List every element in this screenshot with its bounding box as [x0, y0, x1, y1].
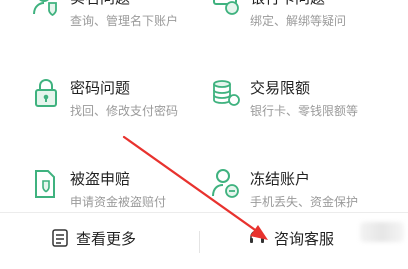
topic-real-name[interactable]: 实名问题 查询、管理名下账户 [8, 0, 208, 44]
topic-desc: 申请资金被盗赔付 [70, 195, 167, 209]
contact-service-label: 咨询客服 [274, 229, 335, 248]
lock-icon [35, 78, 57, 107]
view-more-button[interactable]: 查看更多 [52, 223, 136, 253]
headset-icon [250, 230, 264, 243]
topic-password[interactable]: 密码问题 找回、修改支付密码 [8, 78, 208, 134]
topic-title: 实名问题 [70, 0, 130, 8]
topic-title: 银行卡问题 [250, 0, 325, 8]
topic-bank-card[interactable]: 银行卡问题 绑定、解绑等疑问 [188, 0, 388, 44]
user-freeze-icon [212, 169, 239, 198]
topic-transaction-limit[interactable]: 交易限额 银行卡、零钱限额等 [188, 78, 388, 134]
topic-desc: 手机丢失、资金保护 [250, 195, 359, 209]
contact-service-button[interactable]: 咨询客服 [248, 223, 334, 253]
bottom-action-bar: 查看更多 咨询客服 [0, 212, 408, 269]
topic-title: 交易限额 [250, 79, 311, 97]
document-list-icon [52, 229, 68, 247]
topic-title: 被盗申赔 [70, 170, 131, 188]
topic-desc: 绑定、解绑等疑问 [250, 14, 347, 28]
divider [199, 231, 200, 253]
topic-desc: 查询、管理名下账户 [70, 14, 179, 28]
topic-title: 冻结账户 [250, 170, 311, 188]
document-shield-icon [35, 170, 55, 198]
topic-desc: 银行卡、零钱限额等 [250, 104, 359, 118]
topic-title: 密码问题 [70, 79, 131, 97]
coin-stack-icon [213, 80, 240, 106]
bank-card-icon [213, 0, 239, 15]
blurred-region [360, 222, 404, 242]
user-shield-icon [33, 0, 57, 17]
topic-desc: 找回、修改支付密码 [70, 104, 179, 118]
help-topics-card: 实名问题 查询、管理名下账户 银行卡问题 绑定、解绑等疑问 密码问题 找回、修改… [0, 0, 408, 213]
view-more-label: 查看更多 [76, 229, 137, 248]
